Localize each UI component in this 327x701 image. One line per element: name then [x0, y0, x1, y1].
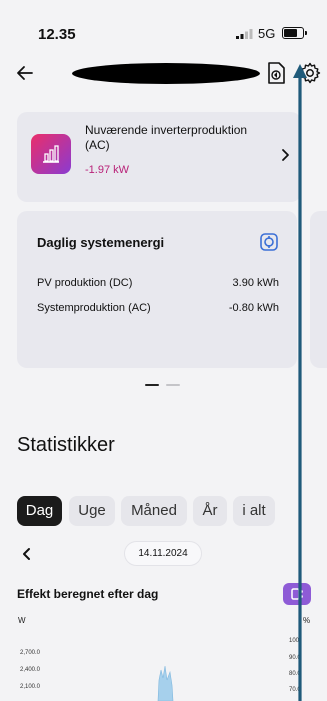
status-bar: 12.35 5G [0, 0, 327, 50]
statistics-title: Statistikker [17, 434, 115, 456]
energy-row-label: PV produktion (DC) [37, 277, 133, 289]
energy-row-value: -0.80 kWh [228, 302, 279, 314]
battery-icon [282, 27, 307, 39]
tab-maaned[interactable]: Måned [121, 496, 187, 526]
tab-aar[interactable]: År [193, 496, 227, 526]
chart-options-button[interactable] [283, 583, 311, 605]
pager-dot[interactable] [166, 384, 180, 386]
chart-plot-area [157, 665, 174, 701]
y-left-tick: 2,700.0 [20, 650, 41, 656]
y-right-tick: 100 [289, 638, 300, 644]
y-left-tick: 2,100.0 [20, 684, 41, 690]
refresh-icon[interactable] [260, 233, 278, 251]
inverter-production-card[interactable]: Nuværende inverterproduktion (AC) -1.97 … [17, 112, 301, 202]
chart-title: Effekt beregnet efter dag [17, 587, 159, 601]
tab-dag[interactable]: Dag [17, 496, 62, 526]
y-right-tick: 70.0 [289, 687, 301, 693]
network-label: 5G [258, 26, 276, 41]
y-axis-right-label: % [303, 616, 311, 625]
tab-i-alt[interactable]: i alt [233, 496, 275, 526]
y-left-tick: 2,400.0 [20, 667, 41, 673]
document-icon[interactable] [265, 61, 287, 85]
tab-uge[interactable]: Uge [69, 496, 115, 526]
status-time: 12.35 [38, 26, 76, 43]
chevron-right-icon[interactable] [279, 148, 291, 162]
page-title [72, 63, 260, 84]
signal-icon [236, 29, 253, 39]
energy-row-value: 3.90 kWh [232, 277, 279, 289]
daily-system-energy-card: Daglig systemenergi PV produktion (DC) 3… [17, 211, 297, 368]
y-right-tick: 80.0 [289, 671, 301, 677]
pager-dot-active[interactable] [145, 384, 159, 386]
bar-chart-icon [31, 134, 71, 174]
chevron-left-icon[interactable] [20, 547, 34, 561]
energy-row-label: Systemproduktion (AC) [37, 302, 151, 314]
energy-card-title: Daglig systemenergi [37, 235, 165, 250]
nav-bar [0, 52, 327, 94]
gear-icon[interactable] [298, 61, 322, 85]
date-selector[interactable]: 14.11.2024 [124, 541, 202, 566]
next-card-peek[interactable] [310, 211, 327, 368]
y-right-tick: 90.0 [289, 655, 301, 661]
inverter-production-value: -1.97 kW [85, 164, 130, 176]
chart-toggle-icon [291, 588, 303, 600]
battery-level [284, 29, 297, 37]
chart-series-area [157, 665, 174, 701]
arrow-left-icon[interactable] [14, 62, 36, 84]
y-axis-left-label: W [18, 616, 26, 625]
inverter-production-title: Nuværende inverterproduktion (AC) [85, 123, 248, 152]
